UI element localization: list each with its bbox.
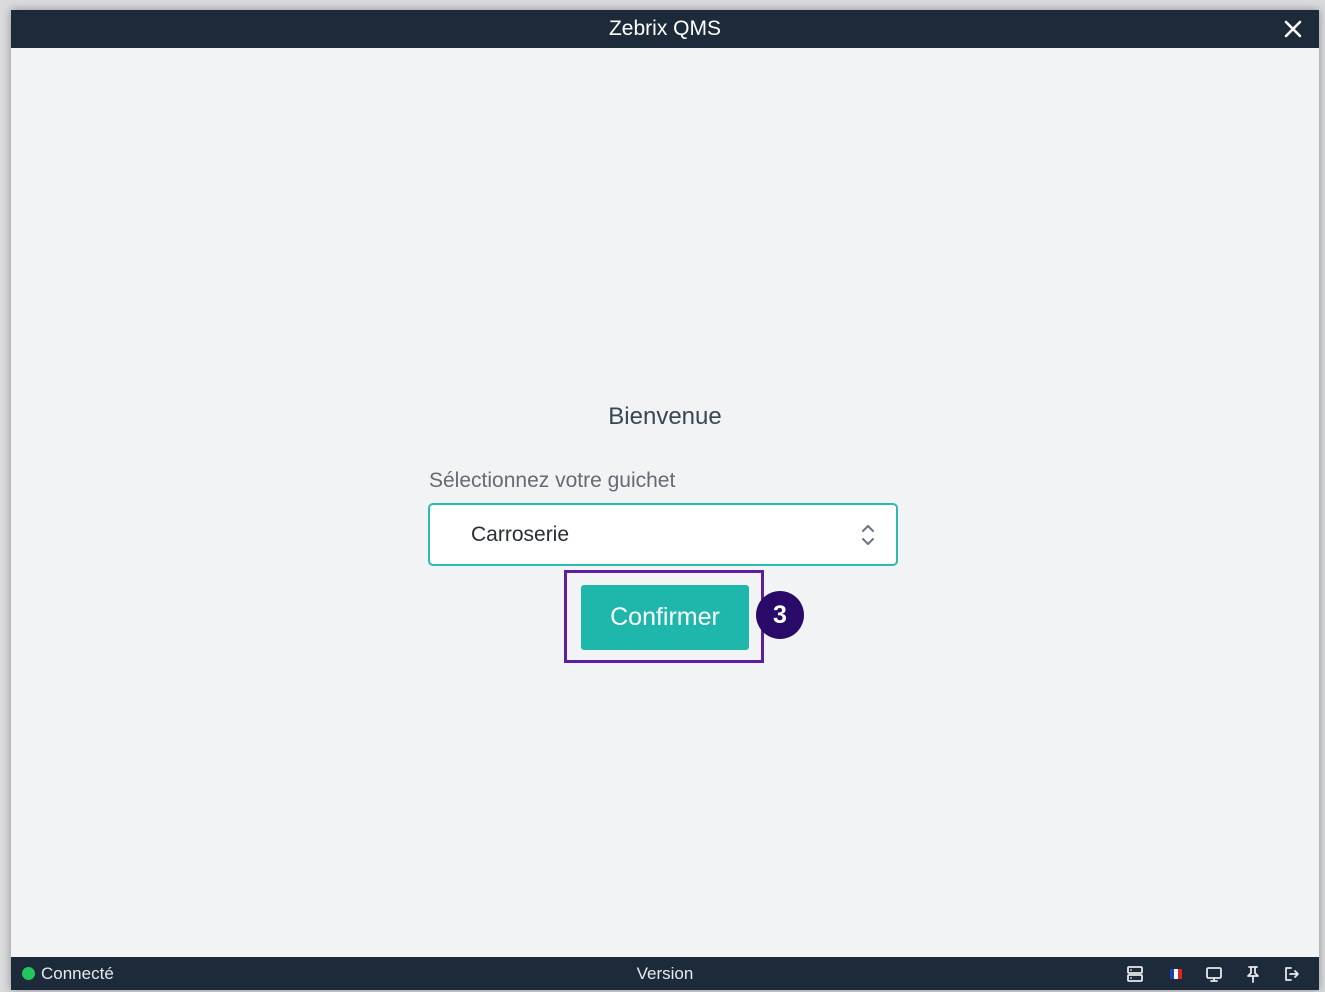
confirm-button[interactable]: Confirmer	[581, 585, 749, 650]
title-bar: Zebrix QMS	[11, 10, 1319, 48]
up-down-chevron-icon	[862, 525, 874, 545]
version-label[interactable]: Version	[11, 957, 1319, 990]
close-icon	[1284, 20, 1302, 38]
pin-icon[interactable]	[1243, 964, 1263, 984]
close-button[interactable]	[1281, 17, 1305, 41]
counter-select-value: Carroserie	[471, 523, 570, 546]
server-icon[interactable]	[1125, 964, 1145, 984]
window-title: Zebrix QMS	[608, 17, 721, 40]
step-number-badge: 3	[756, 591, 804, 639]
welcome-heading: Bienvenue	[608, 403, 722, 430]
status-bar: Connecté Version	[11, 957, 1319, 990]
counter-select-label: Sélectionnez votre guichet	[429, 469, 676, 492]
logout-icon[interactable]	[1282, 964, 1302, 984]
french-flag-icon[interactable]	[1166, 964, 1186, 984]
display-icon[interactable]	[1204, 964, 1224, 984]
counter-select[interactable]: Carroserie	[428, 503, 898, 566]
main-content: Bienvenue Sélectionnez votre guichet Car…	[11, 48, 1319, 957]
app-window: Zebrix QMS Bienvenue Sélectionnez votre …	[11, 10, 1319, 990]
